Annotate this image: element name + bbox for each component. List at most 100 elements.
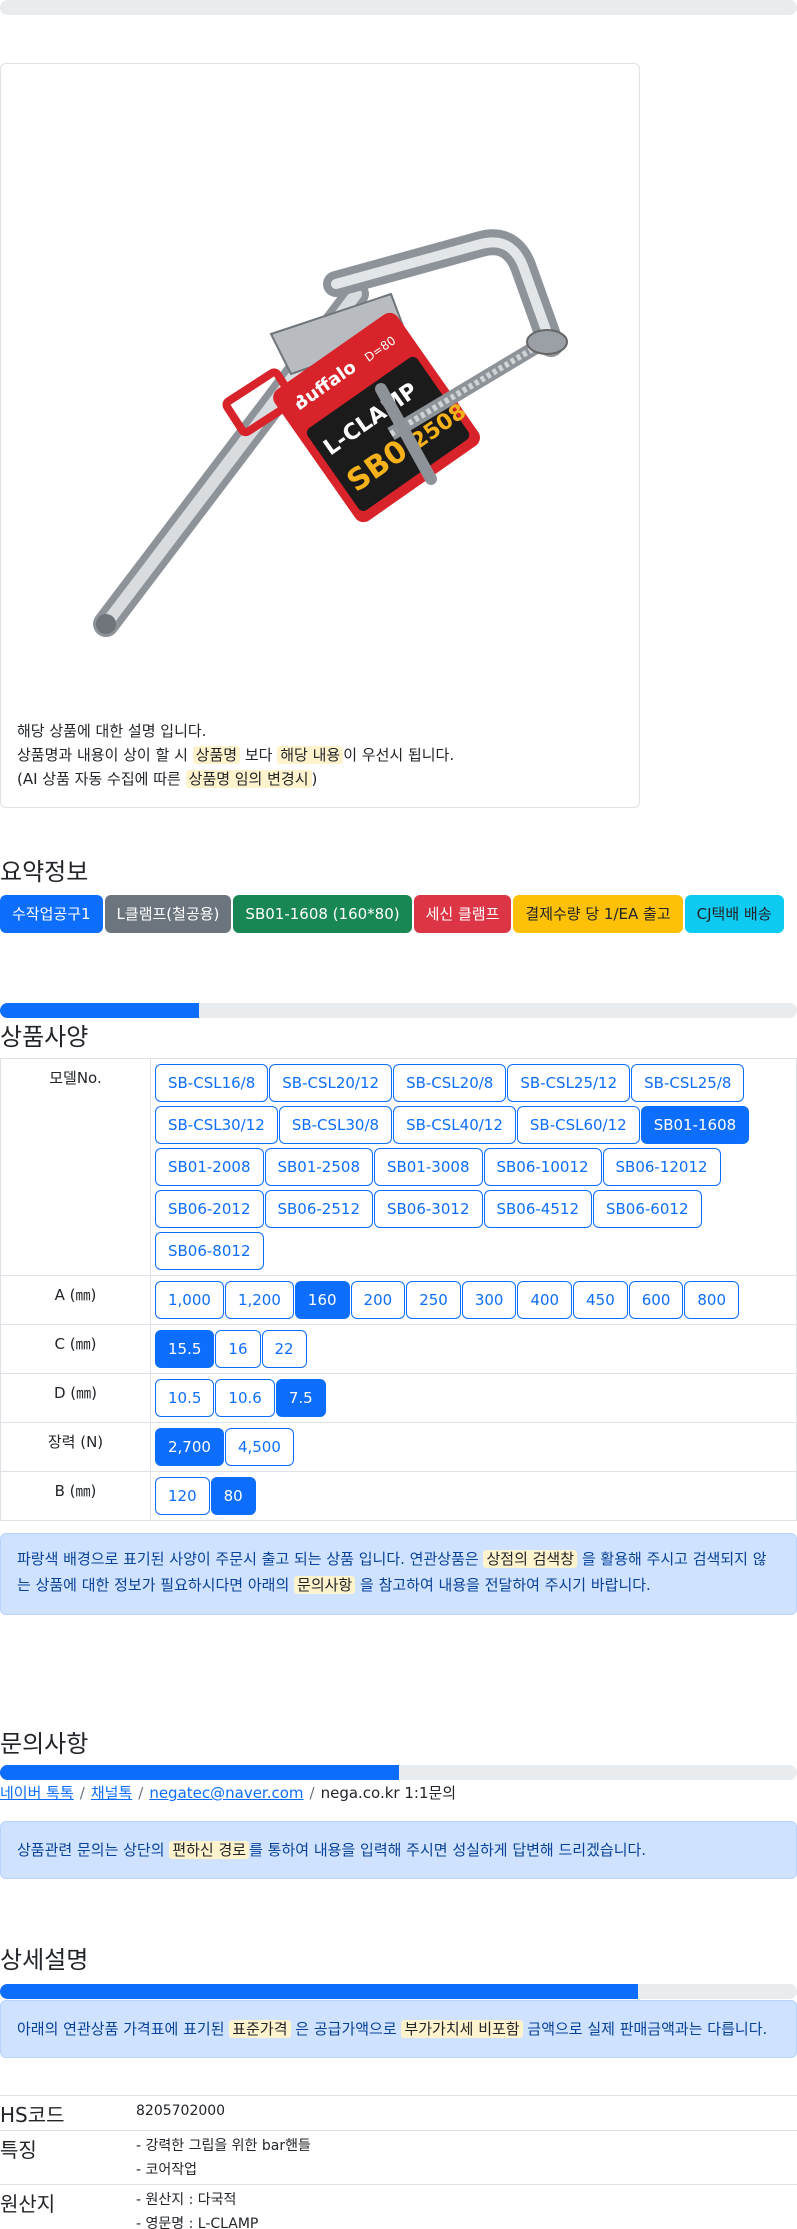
spec-option-button[interactable]: 1,000 <box>155 1281 224 1319</box>
spec-option-button[interactable]: 15.5 <box>155 1330 215 1368</box>
spec-label: 장력 (N) <box>0 1422 151 1472</box>
inquiry-links: 네이버 톡톡 / 채널톡 / negatec@naver.com / nega.co.kr … <box>0 1784 457 1802</box>
product-card: Buffalo L-CLAMP SB0 2508 D=80 해당 상품에 대한 … <box>0 63 640 808</box>
inquiry-progress-bar <box>0 1765 797 1780</box>
spec-option-button[interactable]: 10.5 <box>155 1379 215 1417</box>
highlight-search: 상점의 검색창 <box>483 1550 578 1568</box>
badge-brand: 세신 클램프 <box>413 895 512 933</box>
inquiry-notice: 상품관련 문의는 상단의 편하신 경로 를 통하여 내용을 입력해 주시면 성실하… <box>0 1821 797 1879</box>
badge-model: SB01-1608 (160*80) <box>233 895 412 933</box>
inquiry-progress-fill <box>0 1765 399 1780</box>
info-row: 특징 - 강력한 그립을 위한 bar핸들 - 코어작업 <box>0 2130 797 2185</box>
spec-option-button[interactable]: 4,500 <box>224 1428 294 1466</box>
spec-option-button[interactable]: 1,200 <box>224 1281 294 1319</box>
info-key: 원산지 <box>0 2184 136 2229</box>
spec-option-button[interactable]: 120 <box>155 1477 210 1515</box>
spec-label: D (㎜) <box>0 1373 151 1423</box>
email-link[interactable]: negatec@naver.com <box>149 1784 303 1802</box>
info-value: - 원산지 : 다국적 - 영문명 : L-CLAMP <box>136 2184 797 2229</box>
spec-row: C (㎜) 15.5 16 22 <box>0 1324 797 1374</box>
spec-option-button[interactable]: 16 <box>215 1330 261 1368</box>
channel-talk-link[interactable]: 채널톡 <box>91 1784 132 1802</box>
inquiry-title: 문의사항 <box>0 1730 89 1758</box>
spec-option-button[interactable]: 80 <box>210 1477 256 1515</box>
spec-option-button[interactable]: SB06-2012 <box>155 1190 264 1228</box>
specs-progress-bar <box>0 1003 797 1018</box>
highlight-route: 편하신 경로 <box>169 1841 250 1859</box>
spec-option-button[interactable]: SB-CSL30/8 <box>278 1106 393 1144</box>
top-progress-bar <box>0 0 797 15</box>
spec-option-button[interactable]: SB01-2008 <box>155 1148 264 1186</box>
highlight-name-change: 상품명 임의 변경시 <box>185 770 312 788</box>
spec-option-button[interactable]: 600 <box>628 1281 684 1319</box>
spec-option-button[interactable]: 200 <box>350 1281 406 1319</box>
spec-option-button[interactable]: SB-CSL20/8 <box>393 1064 507 1102</box>
info-value-line: - 강력한 그립을 위한 bar핸들 <box>136 2138 311 2154</box>
spec-row: 모델No. SB-CSL16/8 SB-CSL20/12 SB-CSL20/8 SB-C… <box>0 1058 797 1276</box>
naver-talk-link[interactable]: 네이버 톡톡 <box>0 1784 74 1802</box>
spec-options: 10.5 10.6 7.5 <box>150 1373 797 1423</box>
spec-label: B (㎜) <box>0 1471 151 1521</box>
spec-option-button[interactable]: SB06-4512 <box>483 1190 592 1228</box>
info-table: HS코드 8205702000 특징 - 강력한 그립을 위한 bar핸들 - 코어작업… <box>0 2095 797 2229</box>
spec-option-button[interactable]: SB06-8012 <box>155 1232 264 1270</box>
spec-option-button[interactable]: SB-CSL25/8 <box>631 1064 745 1102</box>
specs-notice: 파랑색 배경으로 표기된 사양이 주문시 출고 되는 상품 입니다. 연관상품은… <box>0 1533 797 1615</box>
info-key: HS코드 <box>0 2095 136 2131</box>
info-row: 원산지 - 원산지 : 다국적 - 영문명 : L-CLAMP <box>0 2184 797 2229</box>
spec-option-button[interactable]: SB-CSL20/12 <box>269 1064 393 1102</box>
spec-option-button[interactable]: SB01-3008 <box>374 1148 483 1186</box>
spec-label: C (㎜) <box>0 1324 151 1374</box>
description-line-3: (AI 상품 자동 수집에 따른 상품명 임의 변경시) <box>17 770 318 788</box>
info-value-line: - 영문명 : L-CLAMP <box>136 2216 259 2229</box>
detail-title: 상세설명 <box>0 1946 89 1974</box>
detail-notice: 아래의 연관상품 가격표에 표기된 표준가격 은 공급가액으로 부가가치세 비포… <box>0 2000 797 2058</box>
spec-option-button[interactable]: SB-CSL30/12 <box>155 1106 278 1144</box>
spec-row: D (㎜) 10.5 10.6 7.5 <box>0 1373 797 1423</box>
spec-option-button[interactable]: SB-CSL60/12 <box>516 1106 640 1144</box>
spec-options: SB-CSL16/8 SB-CSL20/12 SB-CSL20/8 SB-CSL25/… <box>150 1058 797 1276</box>
info-key: 특징 <box>0 2130 136 2185</box>
site-inquiry-text: nega.co.kr 1:1문의 <box>320 1784 457 1802</box>
spec-option-button[interactable]: SB01-2508 <box>264 1148 373 1186</box>
spec-option-button[interactable]: 400 <box>517 1281 573 1319</box>
detail-progress-bar <box>0 1984 797 1999</box>
info-value: 8205702000 <box>136 2095 797 2131</box>
spec-option-button[interactable]: 10.6 <box>215 1379 275 1417</box>
badge-quantity: 결제수량 당 1/EA 출고 <box>513 895 683 933</box>
spec-option-button[interactable]: 250 <box>406 1281 461 1319</box>
highlight-vat: 부가가치세 비포함 <box>401 2020 523 2038</box>
spec-option-button[interactable]: 7.5 <box>275 1379 326 1417</box>
highlight-content: 해당 내용 <box>277 746 344 764</box>
spec-option-button[interactable]: 300 <box>461 1281 517 1319</box>
highlight-product-name: 상품명 <box>192 746 241 764</box>
spec-options: 1,000 1,200 160 200 250 300 400 450 600 800 <box>150 1275 797 1325</box>
spec-option-button[interactable]: 2,700 <box>155 1428 224 1466</box>
product-image: Buffalo L-CLAMP SB0 2508 D=80 <box>93 229 568 637</box>
spec-option-button[interactable]: SB06-6012 <box>593 1190 702 1228</box>
spec-option-button[interactable]: 800 <box>684 1281 740 1319</box>
spec-label: 모델No. <box>0 1058 151 1276</box>
description-line-2: 상품명과 내용이 상이 할 시 상품명 보다 해당 내용 이 우선시 됩니다. <box>17 746 455 764</box>
info-value: - 강력한 그립을 위한 bar핸들 - 코어작업 <box>136 2130 797 2185</box>
product-detail-page: Buffalo L-CLAMP SB0 2508 D=80 해당 상품에 대한 … <box>0 0 797 2229</box>
summary-badges: 수작업공구1 L클램프(철공용) SB01-1608 (160*80) 세신 클… <box>0 895 784 933</box>
spec-table: 모델No. SB-CSL16/8 SB-CSL20/12 SB-CSL20/8 SB-C… <box>0 1058 797 1521</box>
spec-row: 장력 (N) 2,700 4,500 <box>0 1422 797 1472</box>
spec-options: 2,700 4,500 <box>150 1422 797 1472</box>
spec-option-button[interactable]: 22 <box>261 1330 307 1368</box>
spec-option-button[interactable]: SB06-12012 <box>602 1148 721 1186</box>
spec-option-button[interactable]: SB06-10012 <box>483 1148 602 1186</box>
detail-progress-fill <box>0 1984 638 1999</box>
spec-option-button[interactable]: SB06-3012 <box>374 1190 483 1228</box>
spec-option-button[interactable]: SB06-2512 <box>264 1190 373 1228</box>
spec-option-button[interactable]: 450 <box>573 1281 628 1319</box>
spec-option-button[interactable]: 160 <box>294 1281 350 1319</box>
spec-option-button[interactable]: SB-CSL25/12 <box>507 1064 631 1102</box>
spec-label: A (㎜) <box>0 1275 151 1325</box>
spec-option-button[interactable]: SB01-1608 <box>640 1106 750 1144</box>
spec-option-button[interactable]: SB-CSL16/8 <box>155 1064 269 1102</box>
info-row: HS코드 8205702000 <box>0 2095 797 2131</box>
spec-option-button[interactable]: SB-CSL40/12 <box>393 1106 516 1144</box>
info-value-line: 8205702000 <box>136 2103 226 2119</box>
